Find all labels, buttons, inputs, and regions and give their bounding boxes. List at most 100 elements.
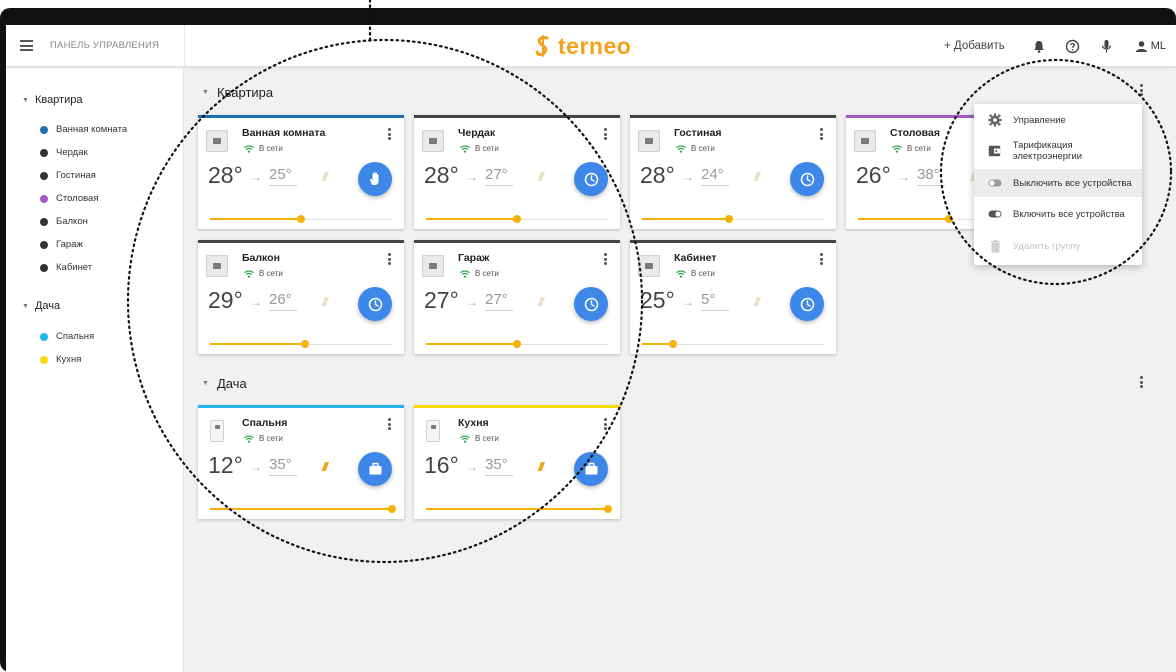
clock-icon (800, 172, 815, 187)
target-temperature[interactable]: 38° (917, 166, 945, 186)
device-card[interactable]: Ванная комната В сети 28° → 25° /// (198, 115, 404, 229)
target-temperature[interactable]: 27° (485, 291, 513, 311)
device-card[interactable]: Гостиная В сети 28° → 24° /// (630, 115, 836, 229)
card-menu-kebab-icon[interactable] (600, 127, 610, 141)
sidebar-item[interactable]: Столовая (40, 193, 98, 204)
color-dot (40, 240, 48, 249)
caret-down-icon: ▼ (22, 96, 29, 104)
menu-icon[interactable] (20, 40, 33, 51)
temperature-slider[interactable] (210, 214, 392, 226)
slider-knob[interactable] (513, 340, 521, 348)
sidebar-item[interactable]: Спальня (40, 331, 94, 342)
slider-knob[interactable] (300, 340, 309, 348)
slider-knob[interactable] (945, 215, 953, 223)
device-card[interactable]: Чердак В сети 28° → 27° /// (414, 115, 620, 229)
group-menu-kebab-icon[interactable] (1136, 83, 1146, 97)
card-menu-kebab-icon[interactable] (816, 252, 826, 266)
target-temperature[interactable]: 27° (485, 166, 513, 186)
microphone-icon[interactable] (1095, 34, 1119, 58)
help-icon[interactable] (1061, 34, 1085, 58)
sidebar-item-label: Балкон (56, 216, 88, 227)
target-temperature[interactable]: 25° (269, 166, 297, 186)
arrow-right-icon: → (682, 170, 694, 184)
toggle-on-icon (988, 207, 1002, 221)
temperature-slider[interactable] (642, 214, 824, 226)
sidebar-item[interactable]: Гостиная (40, 170, 96, 181)
menu-item-delete-group: Удалить группу (974, 232, 1142, 260)
briefcase-icon (584, 462, 599, 476)
device-card[interactable]: Гараж В сети 27° → 27° /// (414, 240, 620, 354)
temperature-slider[interactable] (426, 339, 608, 351)
menu-item-turn-on-all[interactable]: Включить все устройства (974, 200, 1142, 228)
menu-item-manage[interactable]: Управление (974, 106, 1142, 134)
target-temperature[interactable]: 5° (701, 291, 729, 311)
mode-button[interactable] (574, 162, 608, 196)
panel-title: ПАНЕЛЬ УПРАВЛЕНИЯ (50, 40, 160, 51)
wifi-icon (244, 269, 254, 278)
sidebar-group-dacha[interactable]: ▼ Дача (22, 300, 60, 312)
target-temperature[interactable]: 35° (485, 456, 513, 476)
sidebar-item[interactable]: Ванная комната (40, 124, 127, 135)
bell-icon[interactable] (1027, 34, 1051, 58)
mode-button[interactable] (790, 287, 824, 321)
card-menu-kebab-icon[interactable] (600, 252, 610, 266)
mode-button[interactable] (574, 452, 608, 486)
sidebar-item-label: Столовая (56, 193, 99, 204)
current-temperature: 29° (208, 287, 243, 313)
device-card[interactable]: Спальня В сети 12° → 35° /// (198, 405, 404, 519)
wifi-icon (676, 269, 686, 278)
sidebar-item[interactable]: Кабинет (40, 262, 92, 273)
menu-item-turn-off-all[interactable]: Выключить все устройства (974, 169, 1142, 197)
card-menu-kebab-icon[interactable] (384, 127, 394, 141)
device-card[interactable]: Кухня В сети 16° → 35° /// (414, 405, 620, 519)
sidebar-item[interactable]: Чердак (40, 147, 88, 158)
device-card[interactable]: Кабинет В сети 25° → 5° /// (630, 240, 836, 354)
slider-knob[interactable] (388, 505, 396, 513)
slider-knob[interactable] (725, 215, 734, 223)
logo-icon (535, 35, 549, 57)
card-menu-kebab-icon[interactable] (600, 417, 610, 431)
caret-down-icon: ▼ (22, 302, 29, 310)
sidebar-item[interactable]: Балкон (40, 216, 88, 227)
slider-knob[interactable] (668, 340, 677, 348)
group-menu-kebab-icon[interactable] (1136, 375, 1146, 389)
user-menu[interactable]: ML (1135, 40, 1166, 53)
temperature-slider[interactable] (642, 339, 824, 351)
mode-button[interactable] (358, 162, 392, 196)
section-title-kvartira[interactable]: ▼ Квартира (202, 85, 273, 100)
card-menu-kebab-icon[interactable] (384, 252, 394, 266)
target-temperature[interactable]: 35° (269, 456, 297, 476)
mode-button[interactable] (574, 287, 608, 321)
slider-fill (426, 218, 517, 220)
slider-knob[interactable] (604, 505, 612, 513)
mode-button[interactable] (358, 452, 392, 486)
temperature-slider[interactable] (210, 504, 396, 516)
temperature-slider[interactable] (210, 339, 392, 351)
add-button[interactable]: + Добавить (944, 40, 1005, 52)
slider-knob[interactable] (513, 215, 521, 223)
sidebar-item[interactable]: Гараж (40, 239, 83, 250)
temperature-slider[interactable] (426, 214, 608, 226)
card-status: В сети (460, 144, 499, 153)
sidebar-item[interactable]: Кухня (40, 354, 81, 365)
card-menu-kebab-icon[interactable] (816, 127, 826, 141)
mode-button[interactable] (358, 287, 392, 321)
target-temperature[interactable]: 26° (269, 291, 297, 311)
target-temperature[interactable]: 24° (701, 166, 729, 186)
card-menu-kebab-icon[interactable] (384, 417, 394, 431)
logo-text: terneo (558, 32, 632, 59)
user-icon (1135, 40, 1147, 52)
card-status: В сети (460, 269, 499, 278)
slider-knob[interactable] (297, 215, 305, 223)
current-temperature: 26° (856, 162, 891, 188)
card-device-name: Гараж (458, 252, 490, 264)
menu-item-tariff[interactable]: Тарификация электроэнергии (974, 137, 1142, 165)
sidebar-group-kvartira[interactable]: ▼ Квартира (22, 94, 82, 106)
device-card[interactable]: Балкон В сети 29° → 26° /// (198, 240, 404, 354)
trash-icon (988, 239, 1002, 253)
card-device-name: Гостиная (674, 127, 722, 139)
section-title-dacha[interactable]: ▼ Дача (202, 376, 247, 391)
mode-button[interactable] (790, 162, 824, 196)
temperature-slider[interactable] (426, 504, 612, 516)
gear-icon (988, 113, 1002, 127)
